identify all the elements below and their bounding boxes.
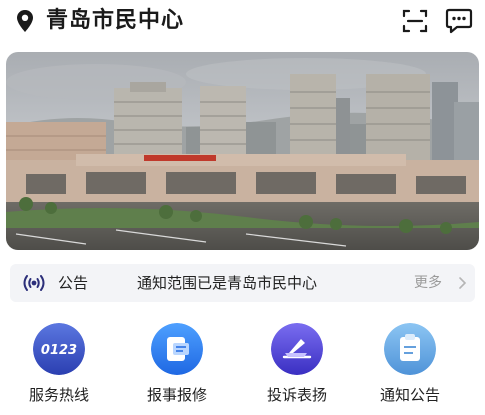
- scan-icon[interactable]: [402, 8, 428, 34]
- repair-report-icon: [151, 323, 203, 375]
- notice-text[interactable]: 通知范围已是青岛市民中心: [137, 272, 317, 294]
- notice-bar[interactable]: 公告 通知范围已是青岛市民中心 更多: [10, 264, 475, 302]
- location-pin-icon[interactable]: [16, 9, 34, 33]
- service-grid: 0123 服务热线 报事报修 投诉表扬 通知公告: [0, 318, 485, 413]
- notice-label: 公告: [58, 274, 89, 292]
- page-title: 青岛市民中心: [46, 8, 185, 33]
- message-icon[interactable]: [445, 7, 473, 35]
- service-label: 通知公告: [379, 386, 440, 404]
- hotline-icon: 0123: [33, 323, 85, 375]
- service-complaint[interactable]: 投诉表扬: [247, 318, 347, 413]
- banner-image[interactable]: [6, 52, 479, 250]
- service-label: 报事报修: [146, 386, 207, 404]
- notice-board-icon: [384, 323, 436, 375]
- service-label: 服务热线: [28, 386, 89, 404]
- city-building-photo: [6, 52, 479, 250]
- notice-more-link[interactable]: 更多: [414, 273, 442, 293]
- chevron-right-icon[interactable]: [458, 276, 468, 290]
- broadcast-icon: [23, 275, 45, 291]
- complaint-praise-icon: [271, 323, 323, 375]
- top-header: 青岛市民中心: [0, 0, 485, 44]
- service-repair[interactable]: 报事报修: [127, 318, 227, 413]
- service-hotline[interactable]: 0123 服务热线: [9, 318, 109, 413]
- service-notice[interactable]: 通知公告: [360, 318, 460, 413]
- service-label: 投诉表扬: [266, 386, 327, 404]
- hotline-icon-text: 0123: [41, 343, 77, 358]
